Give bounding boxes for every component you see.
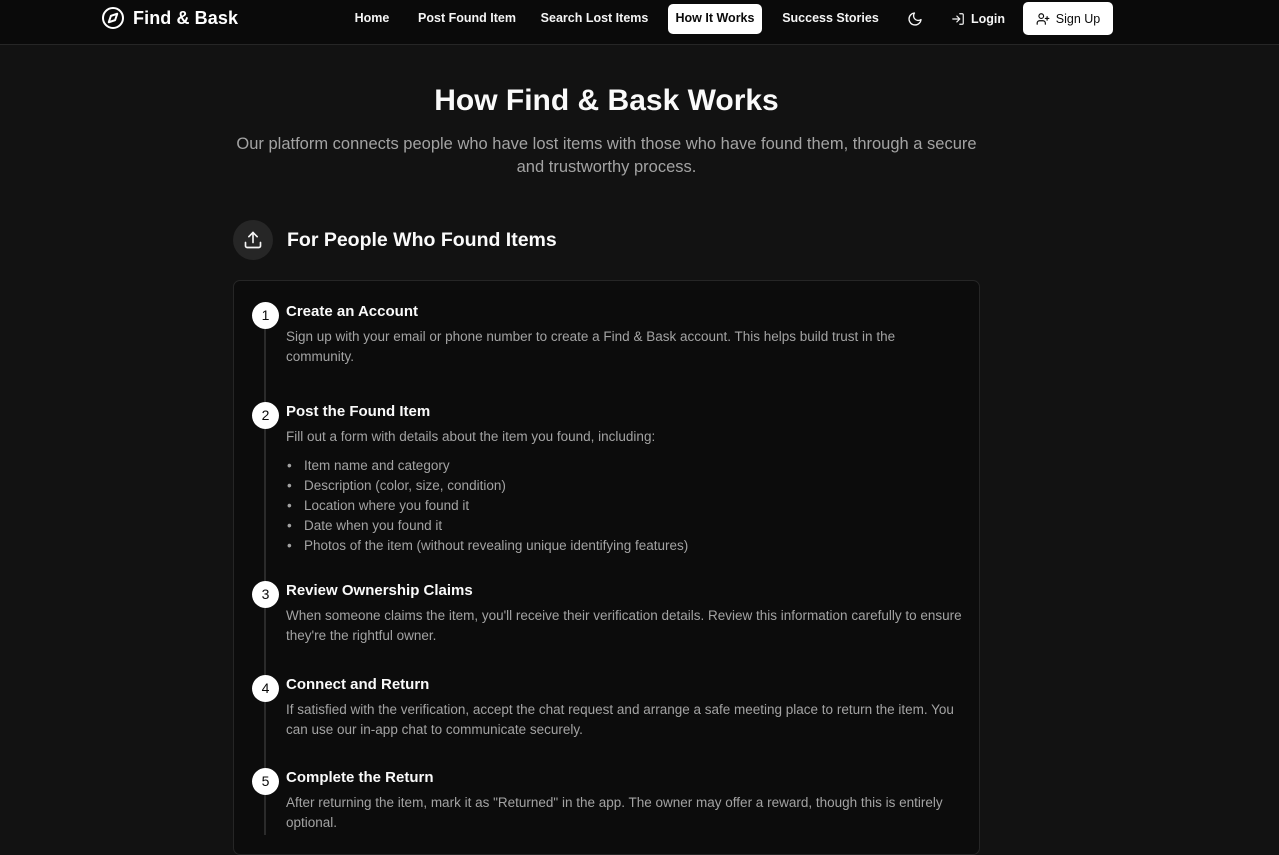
- step-title: Create an Account: [286, 303, 418, 320]
- step-title: Post the Found Item: [286, 403, 431, 420]
- timeline-line: [264, 315, 266, 835]
- step-description: If satisfied with the verification, acce…: [286, 702, 954, 737]
- step-number-badge: 4: [252, 675, 279, 702]
- nav-link-home[interactable]: Home: [346, 4, 398, 34]
- nav-link-how-it-works[interactable]: How It Works: [668, 4, 762, 34]
- login-label: Login: [970, 12, 1005, 26]
- list-item: Location where you found it: [287, 496, 944, 516]
- user-plus-icon: [1036, 12, 1050, 26]
- page-title: How Find & Bask Works: [434, 84, 779, 117]
- step-title: Complete the Return: [286, 769, 434, 786]
- step-description: After returning the item, mark it as "Re…: [286, 795, 943, 830]
- nav-link-success-stories[interactable]: Success Stories: [776, 4, 885, 34]
- step-number-badge: 2: [252, 402, 279, 429]
- upload-icon: [243, 230, 263, 250]
- nav-link-post-found-item[interactable]: Post Found Item: [412, 4, 522, 34]
- moon-icon: [907, 11, 923, 27]
- section-header: For People Who Found Items: [233, 220, 557, 260]
- nav-link-search-lost-items[interactable]: Search Lost Items: [535, 4, 654, 34]
- step-description: Fill out a form with details about the i…: [286, 429, 656, 444]
- step-description: When someone claims the item, you'll rec…: [286, 608, 962, 643]
- step-title: Connect and Return: [286, 676, 430, 693]
- steps-card: 1 Create an Account Sign up with your em…: [233, 280, 980, 855]
- list-item: Description (color, size, condition): [287, 476, 944, 496]
- top-navbar: Find & Bask Home Post Found Item Search …: [0, 0, 1279, 45]
- list-item: Photos of the item (without revealing un…: [287, 536, 944, 556]
- step-title: Review Ownership Claims: [286, 582, 473, 599]
- log-in-icon: [951, 12, 965, 26]
- login-button[interactable]: Login: [946, 4, 1010, 34]
- brand-name: Find & Bask: [133, 7, 239, 28]
- list-item: Item name and category: [287, 456, 944, 476]
- step-number-badge: 1: [252, 302, 279, 329]
- step-details-list: Item name and category Description (colo…: [287, 456, 944, 556]
- brand-logo-link[interactable]: Find & Bask: [101, 6, 238, 30]
- sign-up-button[interactable]: Sign Up: [1023, 2, 1113, 35]
- step-description: Sign up with your email or phone number …: [286, 329, 896, 364]
- section-title: For People Who Found Items: [287, 228, 557, 251]
- step-number-badge: 5: [252, 768, 279, 795]
- theme-toggle-button[interactable]: [903, 7, 927, 31]
- section-icon-badge: [233, 220, 273, 260]
- step-number-badge: 3: [252, 581, 279, 608]
- page-subtitle: Our platform connects people who have lo…: [236, 135, 977, 176]
- compass-icon: [101, 6, 125, 30]
- sign-up-label: Sign Up: [1055, 11, 1101, 26]
- list-item: Date when you found it: [287, 516, 944, 536]
